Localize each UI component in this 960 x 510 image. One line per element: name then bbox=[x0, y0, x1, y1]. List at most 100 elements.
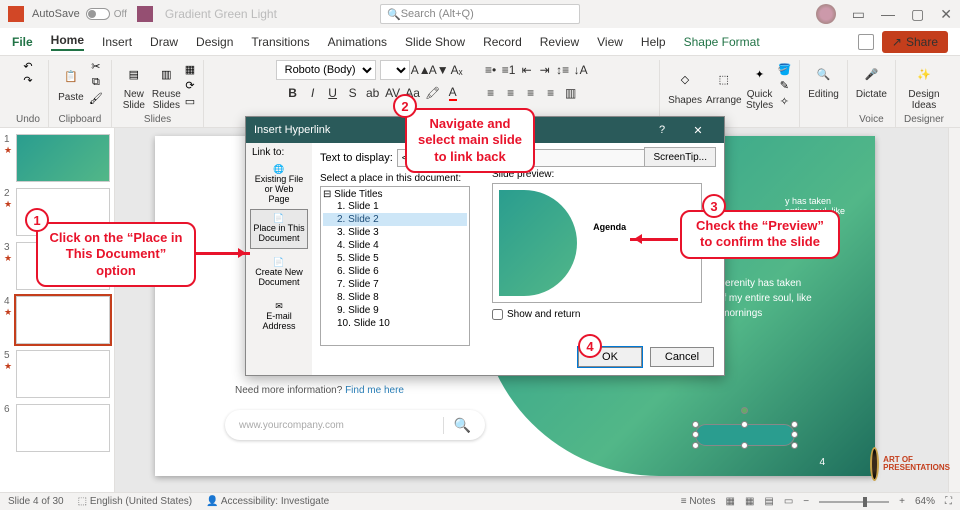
notes-button[interactable]: ≡ Notes bbox=[681, 496, 716, 507]
tab-animations[interactable]: Animations bbox=[328, 35, 387, 49]
align-right-icon[interactable]: ≡ bbox=[524, 86, 538, 100]
sorter-view-icon[interactable]: ▦ bbox=[745, 496, 754, 507]
tree-item[interactable]: 1. Slide 1 bbox=[323, 200, 467, 213]
shape-effects-icon[interactable]: ✧ bbox=[780, 95, 789, 108]
font-name-select[interactable]: Roboto (Body) bbox=[276, 60, 376, 80]
thumbnail-1[interactable]: 1★ bbox=[0, 134, 114, 182]
resize-handle[interactable] bbox=[791, 431, 798, 438]
show-and-return[interactable]: Show and return bbox=[492, 309, 580, 320]
user-avatar[interactable] bbox=[816, 4, 836, 24]
columns-icon[interactable]: ▥ bbox=[564, 86, 578, 100]
justify-icon[interactable]: ≡ bbox=[544, 86, 558, 100]
strike-button[interactable]: S bbox=[346, 86, 360, 100]
tab-record[interactable]: Record bbox=[483, 35, 522, 49]
accessibility-indicator[interactable]: 👤 Accessibility: Investigate bbox=[206, 496, 329, 507]
close-button[interactable]: ✕ bbox=[940, 6, 952, 23]
dialog-help-button[interactable]: ? bbox=[644, 124, 680, 137]
tab-transitions[interactable]: Transitions bbox=[251, 35, 309, 49]
tree-item[interactable]: 8. Slide 8 bbox=[323, 291, 467, 304]
resize-handle[interactable] bbox=[692, 421, 699, 428]
line-spacing-icon[interactable]: ↕≡ bbox=[556, 63, 570, 77]
vertical-scrollbar[interactable] bbox=[948, 128, 960, 492]
tab-draw[interactable]: Draw bbox=[150, 35, 178, 49]
reading-view-icon[interactable]: ▤ bbox=[764, 496, 773, 507]
resize-handle[interactable] bbox=[741, 421, 748, 428]
decrease-font-icon[interactable]: A▼ bbox=[432, 63, 446, 77]
tab-help[interactable]: Help bbox=[641, 35, 666, 49]
section-icon[interactable]: ▭ bbox=[185, 95, 195, 108]
reset-icon[interactable]: ⟳ bbox=[185, 79, 194, 92]
ribbon-options-icon[interactable]: ▭ bbox=[852, 6, 865, 23]
selected-shape[interactable] bbox=[695, 424, 795, 446]
slide-counter[interactable]: Slide 4 of 30 bbox=[8, 496, 64, 507]
bold-button[interactable]: B bbox=[286, 86, 300, 100]
shape-outline-icon[interactable]: ✎ bbox=[780, 79, 789, 92]
tab-view[interactable]: View bbox=[597, 35, 623, 49]
italic-button[interactable]: I bbox=[306, 86, 320, 100]
zoom-slider[interactable] bbox=[819, 501, 889, 503]
slideshow-view-icon[interactable]: ▭ bbox=[784, 496, 793, 507]
link-email[interactable]: ✉E-mail Address bbox=[250, 297, 308, 337]
tree-root[interactable]: ⊟ Slide Titles bbox=[323, 189, 467, 200]
link-existing-file[interactable]: 🌐Existing File or Web Page bbox=[250, 165, 308, 205]
screentip-button[interactable]: ScreenTip... bbox=[644, 147, 716, 167]
format-painter-icon[interactable]: 🖌 bbox=[89, 92, 103, 105]
tree-item[interactable]: 10. Slide 10 bbox=[323, 317, 467, 330]
redo-icon[interactable]: ↷ bbox=[23, 74, 32, 87]
editing-icon[interactable]: 🔍 bbox=[810, 60, 838, 88]
undo-icon[interactable]: ↶ bbox=[23, 60, 32, 73]
rotate-handle[interactable] bbox=[741, 407, 748, 414]
indent-left-icon[interactable]: ⇤ bbox=[520, 63, 534, 77]
shape-fill-icon[interactable]: 🪣 bbox=[778, 63, 792, 76]
tab-home[interactable]: Home bbox=[51, 33, 84, 51]
minimize-button[interactable]: — bbox=[881, 6, 895, 22]
share-button[interactable]: ↗ Share bbox=[882, 31, 948, 53]
autosave-toggle[interactable] bbox=[86, 8, 110, 20]
thumbnail-6[interactable]: 6 bbox=[0, 404, 114, 452]
align-left-icon[interactable]: ≡ bbox=[484, 86, 498, 100]
slide-tree[interactable]: ⊟ Slide Titles 1. Slide 1 2. Slide 2 3. … bbox=[320, 186, 470, 346]
tree-item[interactable]: 4. Slide 4 bbox=[323, 239, 467, 252]
reuse-slides-icon[interactable]: ▥ bbox=[152, 60, 180, 88]
tab-design[interactable]: Design bbox=[196, 35, 233, 49]
paste-icon[interactable]: 📋 bbox=[57, 63, 85, 91]
search-input[interactable]: 🔍 Search (Alt+Q) bbox=[380, 4, 580, 24]
shadow-button[interactable]: ab bbox=[366, 86, 380, 100]
underline-button[interactable]: U bbox=[326, 86, 340, 100]
design-ideas-icon[interactable]: ✨ bbox=[910, 60, 938, 88]
clear-format-icon[interactable]: Aₓ bbox=[450, 63, 464, 77]
resize-handle[interactable] bbox=[692, 431, 699, 438]
new-slide-icon[interactable]: ▤ bbox=[120, 60, 148, 88]
text-direction-icon[interactable]: ↓A bbox=[574, 63, 588, 77]
cut-icon[interactable]: ✂ bbox=[91, 60, 100, 73]
font-size-select[interactable]: 18 bbox=[380, 60, 410, 80]
indent-right-icon[interactable]: ⇥ bbox=[538, 63, 552, 77]
layout-icon[interactable]: ▦ bbox=[185, 63, 195, 76]
bullets-icon[interactable]: ≡• bbox=[484, 63, 498, 77]
dictate-icon[interactable]: 🎤 bbox=[857, 60, 885, 88]
resize-handle[interactable] bbox=[741, 442, 748, 449]
tab-slideshow[interactable]: Slide Show bbox=[405, 35, 465, 49]
normal-view-icon[interactable]: ▦ bbox=[725, 496, 734, 507]
resize-handle[interactable] bbox=[692, 442, 699, 449]
fit-to-window-icon[interactable]: ⛶ bbox=[945, 496, 952, 507]
link-place-in-document[interactable]: 📄Place in This Document bbox=[250, 209, 308, 249]
maximize-button[interactable]: ▢ bbox=[911, 6, 924, 23]
tab-shape-format[interactable]: Shape Format bbox=[684, 35, 760, 49]
quick-styles-icon[interactable]: ✦ bbox=[746, 60, 774, 88]
language-indicator[interactable]: ⬚ English (United States) bbox=[78, 496, 193, 507]
comments-icon[interactable] bbox=[858, 34, 874, 50]
find-me-link[interactable]: Find me here bbox=[345, 385, 404, 396]
tree-item[interactable]: 9. Slide 9 bbox=[323, 304, 467, 317]
copy-icon[interactable]: ⧉ bbox=[92, 76, 100, 89]
arrange-icon[interactable]: ⬚ bbox=[710, 66, 738, 94]
zoom-level[interactable]: 64% bbox=[915, 496, 935, 507]
save-icon[interactable] bbox=[137, 6, 153, 22]
thumbnail-4[interactable]: 4★ bbox=[0, 296, 114, 344]
tab-file[interactable]: File bbox=[12, 35, 33, 49]
resize-handle[interactable] bbox=[791, 421, 798, 428]
resize-handle[interactable] bbox=[791, 442, 798, 449]
tab-review[interactable]: Review bbox=[540, 35, 579, 49]
tree-item[interactable]: 7. Slide 7 bbox=[323, 278, 467, 291]
increase-font-icon[interactable]: A▲ bbox=[414, 63, 428, 77]
